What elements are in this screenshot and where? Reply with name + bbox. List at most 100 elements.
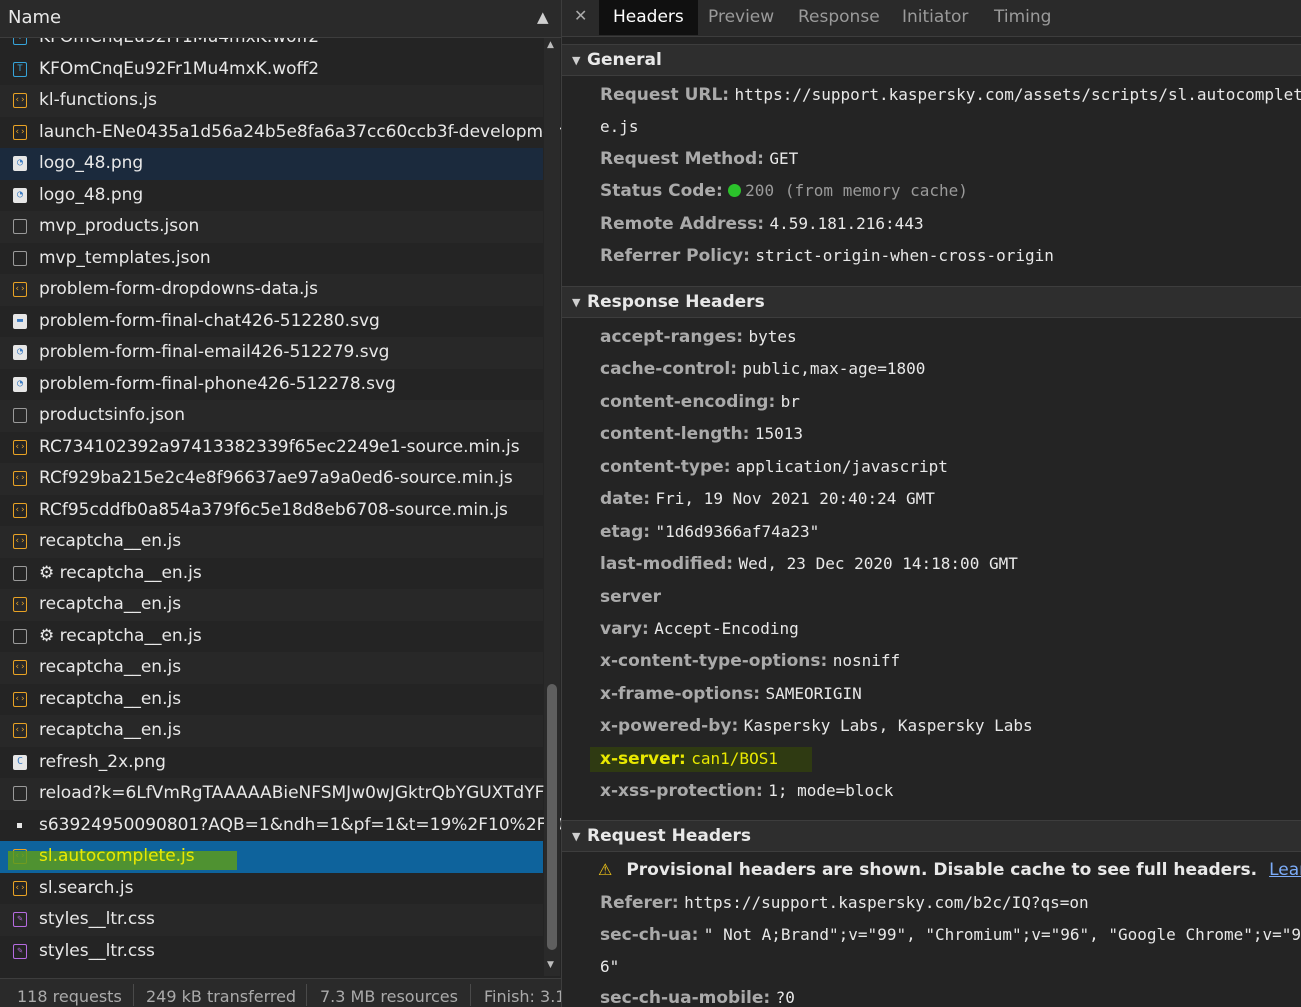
response-header-row: x-frame-options: SAMEORIGIN (600, 684, 862, 704)
name-column-header[interactable]: Name ▲ (0, 0, 561, 38)
list-item[interactable]: mvp_products.json (0, 211, 543, 243)
image-icon: ◔ (13, 187, 27, 203)
request-header-wrap: 6" (600, 957, 620, 976)
list-item[interactable]: ‹› problem-form-dropdowns-data.js (0, 274, 543, 306)
status-code-row: Status Code: 200 (from memory cache) (600, 181, 968, 201)
list-item[interactable]: ◔ logo_48.png (0, 148, 543, 180)
list-item[interactable]: ‹› sl.search.js (0, 873, 543, 905)
scroll-down-icon[interactable]: ▼ (547, 960, 554, 970)
script-icon: ‹› (13, 660, 27, 675)
remote-address-row: Remote Address: 4.59.181.216:443 (600, 214, 924, 234)
general-section-header[interactable]: ▼ General (562, 44, 1301, 76)
request-details-panel: ✕ Headers Preview Response Initiator Tim… (562, 0, 1301, 1007)
response-header-row: date: Fri, 19 Nov 2021 20:40:24 GMT (600, 489, 935, 509)
script-icon: ‹› (13, 439, 27, 455)
tab-timing[interactable]: Timing (994, 7, 1051, 27)
script-icon: ‹› (13, 534, 27, 549)
list-item[interactable]: Crefresh_2x.png (0, 747, 543, 779)
list-item[interactable]: ‹› RCf95cddfb0a854a379f6c5e18d8eb6708-sou… (0, 495, 543, 527)
selected-row-label: sl.autocomplete.js (39, 846, 195, 866)
request-headers-section-header[interactable]: ▼ Request Headers (562, 820, 1301, 852)
status-divider (133, 984, 134, 1006)
response-header-row: x-powered-by: Kaspersky Labs, Kaspersky … (600, 716, 1033, 736)
request-list-panel: TKFOmCnqEu92Fr1Mu4mxK.woff2 TKFOmCnqEu92… (0, 0, 562, 1007)
image-icon: ◔ (13, 156, 27, 171)
list-item[interactable]: ◔ logo_48.png (0, 180, 543, 212)
script-icon: ‹› (13, 124, 27, 140)
list-item[interactable]: ✎ styles__ltr.css (0, 936, 543, 968)
list-item[interactable]: ‹› recaptcha__en.js (0, 715, 543, 747)
list-item[interactable]: ⚙ recaptcha__en.js (0, 558, 543, 590)
tab-response[interactable]: Response (798, 7, 880, 27)
close-icon[interactable]: ✕ (574, 6, 587, 25)
response-header-row: accept-ranges: bytes (600, 327, 797, 347)
response-header-row: content-type: application/javascript (600, 457, 948, 477)
list-item[interactable]: ‹› recaptcha__en.js (0, 684, 543, 716)
status-divider (470, 984, 471, 1006)
stylesheet-icon: ✎ (13, 943, 27, 959)
response-headers-section-header[interactable]: ▼ Response Headers (562, 286, 1301, 318)
request-url-row: Request URL: https://support.kaspersky.c… (600, 85, 1301, 105)
image-icon: ◔ (13, 345, 27, 360)
learn-more-link[interactable]: Learn more (1269, 860, 1301, 880)
list-scrollbar[interactable]: ▲ ▼ (544, 38, 560, 976)
list-item[interactable]: ▬ problem-form-final-chat426-512280.svg (0, 306, 543, 338)
script-icon: ‹› (13, 93, 27, 108)
tab-preview[interactable]: Preview (708, 7, 774, 27)
font-icon: T (13, 61, 27, 77)
response-header-row: x-content-type-options: nosniff (600, 651, 901, 671)
name-column-label: Name (8, 7, 62, 28)
document-icon (13, 628, 27, 644)
request-method-row: Request Method: GET (600, 149, 799, 169)
sort-ascending-icon[interactable]: ▲ (537, 8, 549, 26)
list-item[interactable]: ‹› recaptcha__en.js (0, 526, 543, 558)
status-ok-icon (728, 184, 742, 197)
response-header-row: cache-control: public,max-age=1800 (600, 359, 926, 379)
provisional-headers-warning: ⚠ Provisional headers are shown. Disable … (598, 860, 1301, 880)
response-header-row: server (600, 587, 662, 607)
list-item[interactable]: ⚙ recaptcha__en.js (0, 621, 543, 653)
script-icon: ‹› (13, 723, 27, 738)
resources-size: 7.3 MB resources (320, 987, 458, 1006)
collapse-triangle-icon: ▼ (572, 296, 581, 309)
list-item[interactable]: reload?k=6LfVmRgTAAAAABieNFSMJw0wJGktrQb… (0, 778, 557, 810)
referrer-policy-row: Referrer Policy: strict-origin-when-cros… (600, 246, 1054, 266)
tab-initiator[interactable]: Initiator (902, 7, 968, 27)
network-status-bar: 118 requests 249 kB transferred 7.3 MB r… (0, 978, 561, 1007)
request-header-row: sec-ch-ua: " Not A;Brand";v="99", "Chrom… (600, 925, 1301, 945)
list-item[interactable]: ‹› kl-functions.js (0, 85, 543, 117)
script-icon: ‹› (13, 597, 27, 612)
pixel-icon (17, 822, 22, 828)
script-icon: ‹› (13, 502, 27, 518)
list-item[interactable]: ‹› RC734102392a97413382339f65ec2249e1-sou… (0, 432, 543, 464)
response-header-row: content-encoding: br (600, 392, 800, 412)
response-header-row: last-modified: Wed, 23 Dec 2020 14:18:00… (600, 554, 1018, 574)
warning-icon: ⚠ (598, 860, 613, 879)
list-item[interactable]: ‹› recaptcha__en.js (0, 652, 543, 684)
list-item[interactable]: ‹› recaptcha__en.js (0, 589, 543, 621)
tab-headers[interactable]: Headers (599, 0, 698, 35)
scrollbar-thumb[interactable] (547, 684, 557, 950)
list-item[interactable]: ‹› launch-ENe0435a1d56a24b5e8fa6a37cc60cc… (0, 117, 561, 149)
response-header-row: x-xss-protection: 1; mode=block (600, 781, 894, 801)
list-item[interactable]: s63924950090801?AQB=1&ndh=1&pf=1&t=19%2F… (0, 810, 561, 842)
list-item[interactable]: ◔ problem-form-final-email426-512279.svg (0, 337, 543, 369)
document-icon (13, 219, 27, 234)
list-item[interactable]: ‹› RCf929ba215e2c4e8f96637ae97a9a0ed6-sou… (0, 463, 543, 495)
status-divider (306, 984, 307, 1006)
script-icon: ‹› (13, 691, 27, 707)
transferred-size: 249 kB transferred (146, 987, 297, 1006)
response-header-row: vary: Accept-Encoding (600, 619, 799, 639)
list-item[interactable]: TKFOmCnqEu92Fr1Mu4mxK.woff2 (0, 54, 543, 86)
response-header-row: content-length: 15013 (600, 424, 804, 444)
list-item[interactable]: mvp_templates.json (0, 243, 543, 275)
scroll-up-icon[interactable]: ▲ (547, 40, 554, 50)
response-header-row: etag: "1d6d9366af74a23" (600, 522, 820, 542)
details-tab-bar: ✕ Headers Preview Response Initiator Tim… (562, 0, 1301, 37)
list-item[interactable]: ✎ styles__ltr.css (0, 904, 543, 936)
document-icon (13, 250, 27, 266)
request-header-row: sec-ch-ua-mobile: ?0 (600, 988, 795, 1007)
document-icon (13, 786, 27, 801)
list-item[interactable]: ◔ problem-form-final-phone426-512278.svg (0, 369, 543, 401)
list-item[interactable]: productsinfo.json (0, 400, 543, 432)
